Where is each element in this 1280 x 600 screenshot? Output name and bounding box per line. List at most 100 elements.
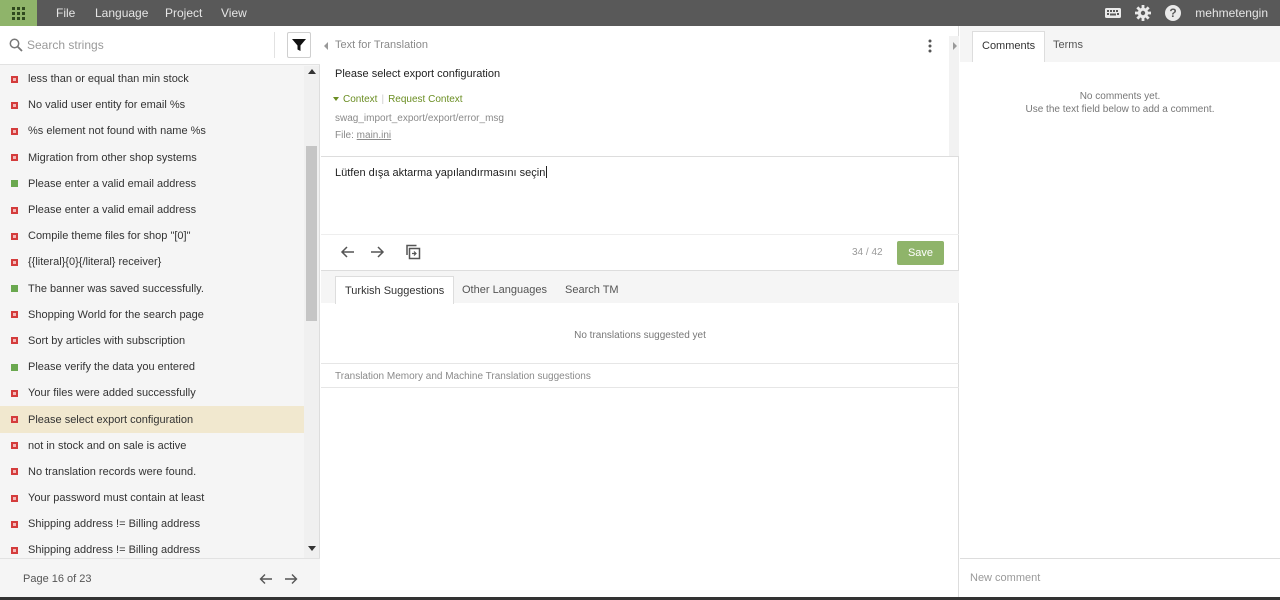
list-item[interactable]: No translation records were found. (0, 459, 304, 485)
list-item[interactable]: Compile theme files for shop "[0]" (0, 223, 304, 249)
divider (321, 156, 959, 157)
menu-view[interactable]: View (221, 0, 247, 26)
source-header: Text for Translation (335, 39, 428, 51)
list-item-label: Shipping address != Billing address (28, 544, 201, 557)
comments-tabs: Comments Terms (960, 26, 1280, 62)
keyboard-icon[interactable] (1104, 4, 1122, 22)
list-item[interactable]: Your password must contain at least (0, 485, 304, 511)
untranslated-status-icon (11, 494, 18, 502)
list-item[interactable]: %s element not found with name %s (0, 118, 304, 144)
filter-button[interactable] (287, 32, 311, 58)
scroll-down-arrow-icon[interactable] (308, 546, 316, 551)
svg-text:?: ? (1169, 6, 1176, 20)
pagination: Page 16 of 23 (0, 558, 320, 600)
list-item-label: Please enter a valid email address (28, 204, 197, 217)
character-counter: 34 / 42 (852, 247, 883, 258)
scroll-up-arrow-icon[interactable] (308, 69, 316, 74)
suggestions-tabs: Turkish Suggestions Other Languages Sear… (321, 271, 959, 304)
filter-icon (292, 39, 306, 51)
list-item[interactable]: Please select export configuration (0, 406, 304, 433)
list-item[interactable]: not in stock and on sale is active (0, 433, 304, 459)
tab-turkish-suggestions[interactable]: Turkish Suggestions (335, 276, 455, 304)
page-indicator: Page 16 of 23 (23, 573, 92, 585)
list-item[interactable]: {{literal}{0}{/literal} receiver} (0, 249, 304, 275)
untranslated-status-icon (11, 232, 18, 240)
scrollbar-thumb[interactable] (306, 146, 317, 321)
list-item-label: less than or equal than min stock (28, 73, 189, 86)
list-item[interactable]: Your files were added successfully (0, 380, 304, 406)
list-item-label: Shipping address != Billing address (28, 518, 201, 531)
strings-list: less than or equal than min stock No vali… (0, 66, 304, 558)
divider (321, 387, 959, 388)
list-item[interactable]: less than or equal than min stock (0, 66, 304, 92)
list-item[interactable]: No valid user entity for email %s (0, 92, 304, 118)
context-file: File: main.ini (335, 130, 391, 141)
untranslated-status-icon (11, 206, 18, 214)
help-icon[interactable]: ? (1164, 4, 1182, 22)
menu-project[interactable]: Project (165, 0, 202, 26)
list-item-label: Your password must contain at least (28, 492, 205, 505)
file-link[interactable]: main.ini (357, 130, 391, 141)
translated-status-icon (11, 180, 18, 188)
menu-file[interactable]: File (56, 0, 75, 26)
gear-icon[interactable] (1134, 4, 1152, 22)
next-page-arrow-icon[interactable] (283, 571, 299, 587)
list-item[interactable]: Please enter a valid email address (0, 171, 304, 197)
tab-terms[interactable]: Terms (1044, 31, 1092, 62)
grid-icon (12, 6, 25, 20)
top-bar: File Language Project View ? mehmetengin (0, 0, 1280, 26)
collapse-left-icon[interactable] (321, 40, 331, 52)
save-button[interactable]: Save (897, 241, 944, 265)
new-comment-input[interactable] (970, 568, 1270, 588)
translation-editor[interactable]: Lütfen dışa aktarma yapılandırmasını seç… (335, 166, 935, 226)
list-item[interactable]: Please enter a valid email address (0, 197, 304, 223)
list-item[interactable]: Migration from other shop systems (0, 145, 304, 171)
context-toggle[interactable]: Context (343, 94, 377, 105)
list-item[interactable]: Sort by articles with subscription (0, 328, 304, 354)
tab-comments[interactable]: Comments (972, 31, 1046, 62)
list-item[interactable]: Shipping address != Billing address (0, 537, 304, 558)
search-icon (9, 38, 23, 52)
list-item-label: No valid user entity for email %s (28, 99, 186, 112)
list-item-label: Please verify the data you entered (28, 361, 195, 374)
list-item[interactable]: Please verify the data you entered (0, 354, 304, 380)
untranslated-status-icon (11, 75, 18, 83)
list-item-label: Migration from other shop systems (28, 151, 197, 164)
divider (274, 32, 275, 58)
app-menu-button[interactable] (0, 0, 37, 26)
search-input[interactable] (27, 35, 267, 55)
untranslated-status-icon (11, 442, 18, 450)
file-label: File: (335, 130, 357, 141)
no-comments-message: No comments yet. Use the text field belo… (960, 90, 1280, 116)
list-item-label: {{literal}{0}{/literal} receiver} (28, 256, 162, 269)
strings-panel: less than or equal than min stock No vali… (0, 26, 320, 600)
translated-status-icon (11, 363, 18, 371)
request-context-link[interactable]: Request Context (388, 94, 463, 105)
strings-scrollbar[interactable] (304, 66, 319, 558)
more-options-icon[interactable] (924, 38, 936, 54)
tab-other-languages[interactable]: Other Languages (453, 276, 556, 304)
context-row: Context | Request Context (333, 94, 463, 105)
list-item[interactable]: Shipping address != Billing address (0, 511, 304, 537)
untranslated-status-icon (11, 154, 18, 162)
tm-info-text: Translation Memory and Machine Translati… (335, 371, 591, 382)
list-item[interactable]: Shopping World for the search page (0, 302, 304, 328)
collapse-right-icon[interactable] (950, 40, 960, 52)
list-item[interactable]: The banner was saved successfully. (0, 276, 304, 302)
source-scrollbar[interactable] (949, 36, 959, 156)
divider (321, 234, 959, 235)
previous-page-arrow-icon[interactable] (258, 571, 274, 587)
untranslated-status-icon (11, 546, 18, 554)
untranslated-status-icon (11, 389, 18, 397)
menu-language[interactable]: Language (95, 0, 148, 26)
divider (321, 363, 959, 364)
translation-text: Lütfen dışa aktarma yapılandırmasını seç… (335, 167, 546, 179)
previous-string-arrow-icon[interactable] (339, 243, 357, 261)
next-string-arrow-icon[interactable] (368, 243, 386, 261)
user-menu[interactable]: mehmetengin (1195, 0, 1268, 26)
tab-search-tm[interactable]: Search TM (556, 276, 628, 304)
list-item-label: not in stock and on sale is active (28, 439, 187, 452)
no-comments-hint: Use the text field below to add a commen… (1025, 104, 1215, 115)
copy-source-icon[interactable] (404, 243, 422, 261)
untranslated-status-icon (11, 258, 18, 266)
